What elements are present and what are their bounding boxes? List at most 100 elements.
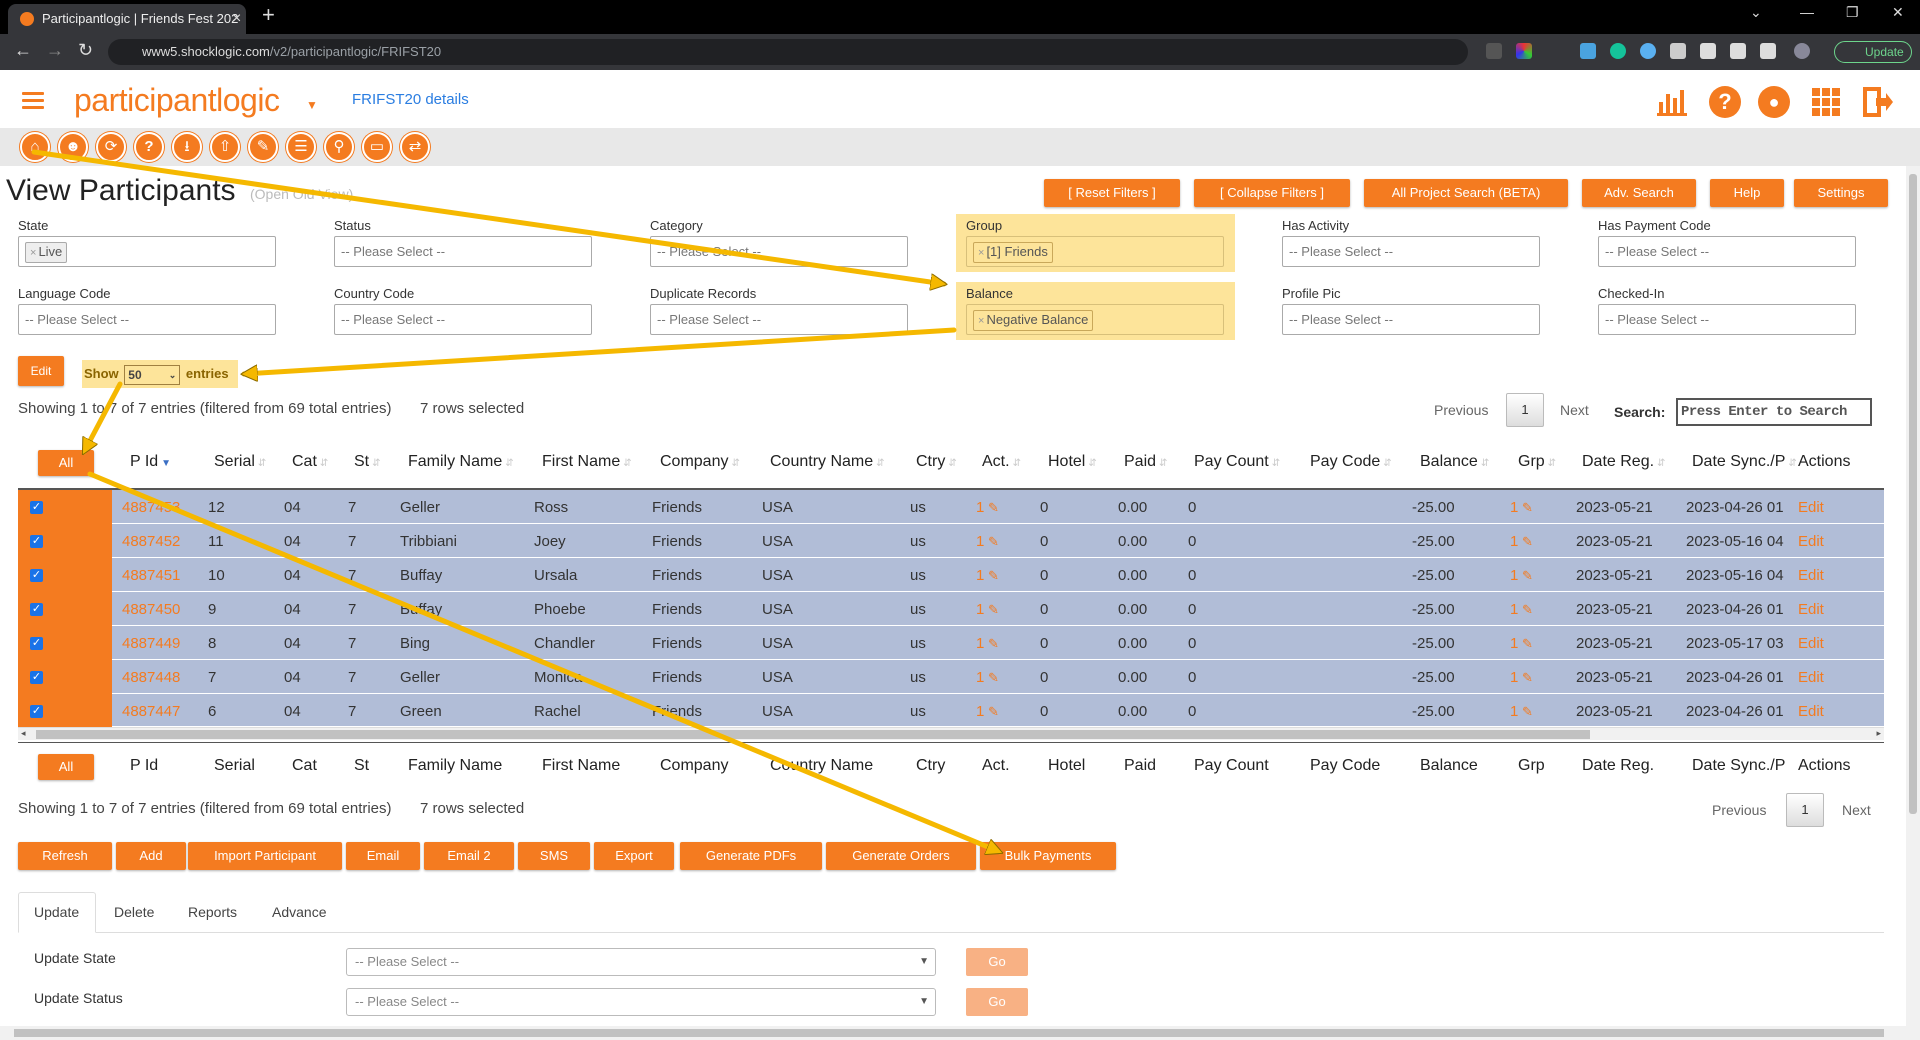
profile-pic-filter[interactable]: -- Please Select -- <box>1282 304 1540 335</box>
all-project-search-button[interactable]: All Project Search (BETA) <box>1364 179 1568 207</box>
add-button[interactable]: Add <box>116 842 186 870</box>
edit-pencil-icon[interactable]: ✎ <box>984 602 999 617</box>
generate-pdfs-button[interactable]: Generate PDFs <box>680 842 822 870</box>
sort-icon[interactable]: ⇵ <box>372 458 380 469</box>
cell-pid[interactable]: 4887450 <box>122 601 180 618</box>
cell-grp[interactable]: 1 ✎ <box>1510 533 1533 550</box>
puzzle-icon[interactable] <box>1700 43 1716 59</box>
column-header[interactable]: Date Sync./P ⇵ <box>1692 453 1797 471</box>
sort-icon[interactable]: ⇵ <box>1159 458 1167 469</box>
sort-icon[interactable]: ⇵ <box>623 458 631 469</box>
extension-icon[interactable] <box>1516 43 1532 59</box>
edit-pencil-icon[interactable]: ✎ <box>1518 602 1533 617</box>
cell-act[interactable]: 1 ✎ <box>976 499 999 516</box>
cell-pid[interactable]: 4887448 <box>122 669 180 686</box>
search-input[interactable]: Press Enter to Search <box>1676 398 1872 426</box>
adv-search-button[interactable]: Adv. Search <box>1582 179 1696 207</box>
hotel-icon[interactable]: ▭ <box>362 132 392 162</box>
reading-list-icon[interactable] <box>1730 43 1746 59</box>
sort-icon[interactable]: ⇵ <box>1657 458 1665 469</box>
reload-icon[interactable]: ↻ <box>78 40 93 61</box>
cell-grp[interactable]: 1 ✎ <box>1510 567 1533 584</box>
pager-page[interactable]: 1 <box>1506 393 1544 427</box>
column-header[interactable]: Pay Count ⇵ <box>1194 453 1280 471</box>
edit-pencil-icon[interactable]: ✎ <box>1518 534 1533 549</box>
category-filter[interactable]: -- Please Select -- <box>650 236 908 267</box>
cell-act[interactable]: 1 ✎ <box>976 669 999 686</box>
apps-icon[interactable] <box>1810 86 1842 118</box>
home-icon[interactable]: ⌂ <box>20 132 50 162</box>
column-header[interactable]: First Name ⇵ <box>542 453 632 471</box>
column-header[interactable]: St ⇵ <box>354 453 381 471</box>
page-horizontal-scrollbar[interactable] <box>0 1026 1906 1040</box>
cell-action[interactable]: Edit <box>1798 669 1824 686</box>
cell-pid[interactable]: 4887449 <box>122 635 180 652</box>
cell-pid[interactable]: 4887452 <box>122 533 180 550</box>
cell-action[interactable]: Edit <box>1798 533 1824 550</box>
pager-next[interactable]: Next <box>1560 402 1589 418</box>
table-horizontal-scrollbar[interactable]: ◂ ▸ <box>18 727 1884 740</box>
sort-icon[interactable]: ⇵ <box>1088 458 1096 469</box>
cell-pid[interactable]: 4887453 <box>122 499 180 516</box>
upload-icon[interactable]: ⇧ <box>210 132 240 162</box>
cell-act[interactable]: 1 ✎ <box>976 635 999 652</box>
cell-grp[interactable]: 1 ✎ <box>1510 635 1533 652</box>
back-icon[interactable]: ← <box>14 40 32 61</box>
edit-pencil-icon[interactable]: ✎ <box>984 704 999 719</box>
attach-icon[interactable]: ✎ <box>248 132 278 162</box>
row-checkbox[interactable]: ✓ <box>30 535 43 548</box>
row-checkbox[interactable]: ✓ <box>30 501 43 514</box>
table-row[interactable]: ✓ 4887453 12 04 7 Geller Ross Friends USA us 1 ✎ 0 0… <box>18 490 1884 524</box>
column-header[interactable]: Family Name ⇵ <box>408 453 514 471</box>
sort-icon[interactable]: ▼ <box>161 458 171 469</box>
cell-pid[interactable]: 4887451 <box>122 567 180 584</box>
tab-delete[interactable]: Delete <box>114 904 154 920</box>
balance-filter[interactable]: × Negative Balance <box>966 304 1224 335</box>
column-header[interactable]: Paid ⇵ <box>1124 453 1167 471</box>
sort-icon[interactable]: ⇵ <box>1548 458 1556 469</box>
help-icon[interactable]: ? <box>134 132 164 162</box>
table-row[interactable]: ✓ 4887452 11 04 7 Tribbiani Joey Friends USA us 1 … <box>18 524 1884 558</box>
row-checkbox[interactable]: ✓ <box>30 637 43 650</box>
forward-icon[interactable]: → <box>46 40 64 61</box>
pager-previous-bottom[interactable]: Previous <box>1712 802 1766 818</box>
help-icon[interactable]: ? <box>1709 86 1741 118</box>
cell-act[interactable]: 1 ✎ <box>976 601 999 618</box>
cell-act[interactable]: 1 ✎ <box>976 567 999 584</box>
sort-icon[interactable]: ⇵ <box>258 458 266 469</box>
sms-button[interactable]: SMS <box>518 842 590 870</box>
reset-filters-button[interactable]: [ Reset Filters ] <box>1044 179 1180 207</box>
table-row[interactable]: ✓ 4887450 9 04 7 Buffay Phoebe Friends USA us 1 ✎ 0… <box>18 592 1884 626</box>
column-header[interactable]: Company ⇵ <box>660 453 740 471</box>
cell-act[interactable]: 1 ✎ <box>976 533 999 550</box>
export-button[interactable]: Export <box>594 842 674 870</box>
table-row[interactable]: ✓ 4887447 6 04 7 Green Rachel Friends USA us 1 ✎ 0 0… <box>18 694 1884 728</box>
menu-icon[interactable] <box>22 92 44 113</box>
project-details-link[interactable]: FRIFST20 details <box>352 91 469 108</box>
column-header[interactable]: Balance ⇵ <box>1420 453 1489 471</box>
cell-action[interactable]: Edit <box>1798 567 1824 584</box>
column-header[interactable]: Ctry ⇵ <box>916 453 957 471</box>
column-header[interactable]: Actions <box>1798 453 1850 471</box>
help-button[interactable]: Help <box>1710 179 1784 207</box>
notes-icon[interactable]: ☰ <box>286 132 316 162</box>
cell-action[interactable]: Edit <box>1798 703 1824 720</box>
cell-action[interactable]: Edit <box>1798 635 1824 652</box>
checked-in-filter[interactable]: -- Please Select -- <box>1598 304 1856 335</box>
tab-reports[interactable]: Reports <box>188 904 237 920</box>
edit-pencil-icon[interactable]: ✎ <box>1518 704 1533 719</box>
close-window-icon[interactable]: ✕ <box>1892 4 1904 21</box>
update-state-go-button[interactable]: Go <box>966 948 1028 976</box>
update-status-select[interactable]: -- Please Select -- ▼ <box>346 988 936 1016</box>
table-row[interactable]: ✓ 4887451 10 04 7 Buffay Ursala Friends USA us 1 ✎… <box>18 558 1884 592</box>
column-header[interactable]: Act. ⇵ <box>982 453 1021 471</box>
group-chip[interactable]: [1] Friends <box>986 244 1047 259</box>
row-checkbox[interactable]: ✓ <box>30 705 43 718</box>
chevron-down-icon[interactable]: ▼ <box>306 98 318 112</box>
sort-icon[interactable]: ⇵ <box>320 458 328 469</box>
shuffle-icon[interactable]: ⇄ <box>400 132 430 162</box>
balance-chip[interactable]: Negative Balance <box>986 312 1088 327</box>
tab-advance[interactable]: Advance <box>272 904 326 920</box>
has-activity-filter[interactable]: -- Please Select -- <box>1282 236 1540 267</box>
cell-grp[interactable]: 1 ✎ <box>1510 669 1533 686</box>
